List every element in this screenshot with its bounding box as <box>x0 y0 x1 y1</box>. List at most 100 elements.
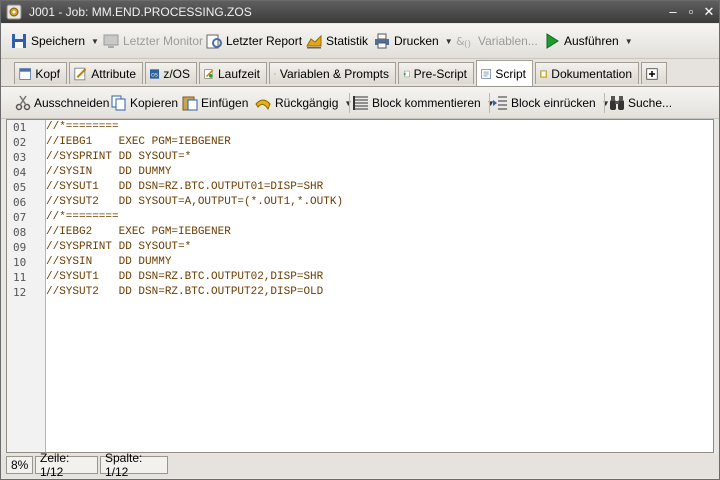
tab-label: z/OS <box>163 66 190 81</box>
column-indicator: Spalte: 1/12 <box>100 451 168 479</box>
zoom-value: 8% <box>11 458 29 472</box>
last-report-label: Letzter Report <box>226 34 303 48</box>
code-line[interactable]: //SYSUT2 DD SYSOUT=A,OUTPUT=(*.OUT1,*.OU… <box>46 196 343 208</box>
script-icon <box>481 68 491 79</box>
minimize-icon[interactable]: – <box>666 5 680 19</box>
restore-icon[interactable]: ▫ <box>684 5 698 19</box>
tab-kopf[interactable]: Kopf <box>14 62 67 84</box>
documentation-icon <box>540 70 548 77</box>
tab-zos[interactable]: OS z/OS <box>145 62 197 84</box>
line-number: 02 <box>13 136 27 149</box>
print-button[interactable]: Drucken ▼ <box>374 30 453 52</box>
attribute-icon <box>74 67 87 80</box>
monitor-icon <box>103 34 119 48</box>
scissors-icon <box>15 95 31 111</box>
line-number: 01 <box>13 121 27 134</box>
save-button[interactable]: Speichern ▼ <box>11 30 99 52</box>
status-bar: 8% Zeile: 1/12 Spalte: 1/12 <box>1 451 719 479</box>
tab-dokumentation[interactable]: Dokumentation <box>535 62 639 84</box>
line-number: 06 <box>13 196 27 209</box>
add-tab-button[interactable] <box>641 62 667 84</box>
cut-button[interactable]: Ausschneiden <box>15 92 109 114</box>
tab-label: Dokumentation <box>551 66 632 81</box>
code-line[interactable]: //SYSIN DD DUMMY <box>46 166 171 178</box>
execute-label: Ausführen <box>564 34 619 48</box>
toolbar-divider <box>604 93 605 113</box>
line-number-gutter: 01 02 03 04 05 06 07 08 09 10 11 12 <box>7 120 46 452</box>
paste-icon <box>182 96 198 111</box>
undo-label: Rückgängig <box>275 96 339 110</box>
report-icon <box>206 34 222 49</box>
code-line[interactable]: //SYSUT1 DD DSN=RZ.BTC.OUTPUT01=DISP=SHR <box>46 181 323 193</box>
tab-label: Laufzeit <box>217 66 260 81</box>
copy-icon <box>111 95 126 111</box>
last-report-button[interactable]: Letzter Report <box>206 30 302 52</box>
last-monitor-label: Letzter Monitor <box>123 34 204 48</box>
tab-pre-script[interactable]: Pre-Script <box>398 62 474 84</box>
variables-button[interactable]: &() Variablen... <box>456 30 538 52</box>
chevron-down-icon[interactable]: ▼ <box>91 37 99 46</box>
line-number: 05 <box>13 181 27 194</box>
chevron-down-icon[interactable]: ▼ <box>625 37 633 46</box>
statistics-label: Statistik <box>326 34 369 48</box>
statistics-button[interactable]: Statistik <box>306 30 368 52</box>
search-label: Suche... <box>628 96 673 110</box>
paste-button[interactable]: Einfügen <box>182 92 248 114</box>
script-editor[interactable]: 01 02 03 04 05 06 07 08 09 10 11 12 //*=… <box>6 119 714 453</box>
tab-attribute[interactable]: Attribute <box>69 62 143 84</box>
column-value: Spalte: 1/12 <box>105 451 143 479</box>
svg-text:(): () <box>464 40 471 49</box>
close-icon[interactable]: ✕ <box>702 5 716 19</box>
line-number: 08 <box>13 226 27 239</box>
last-monitor-button[interactable]: Letzter Monitor <box>103 30 203 52</box>
code-line[interactable]: //SYSPRINT DD SYSOUT=* <box>46 151 191 163</box>
tab-label: Kopf <box>35 66 60 81</box>
line-number: 11 <box>13 271 27 284</box>
execute-button[interactable]: Ausführen ▼ <box>544 30 633 52</box>
code-line[interactable]: //*======== <box>46 121 119 133</box>
cut-label: Ausschneiden <box>34 96 110 110</box>
job-window: J001 - Job: MM.END.PROCESSING.ZOS – ▫ ✕ … <box>0 0 720 480</box>
zos-icon: OS <box>150 68 160 79</box>
indent-block-icon <box>493 96 507 110</box>
chevron-down-icon[interactable]: ▼ <box>445 37 453 46</box>
paste-label: Einfügen <box>201 96 249 110</box>
indent-block-label: Block einrücken <box>511 96 596 110</box>
runtime-icon <box>204 68 214 79</box>
save-label: Speichern <box>31 34 86 48</box>
svg-text:OS: OS <box>151 72 158 78</box>
undo-icon <box>255 99 271 111</box>
code-line[interactable]: //*======== <box>46 211 119 223</box>
line-number: 10 <box>13 256 27 269</box>
tab-laufzeit[interactable]: Laufzeit <box>199 62 267 84</box>
edit-toolbar: Ausschneiden Kopieren Einfügen Rückgängi… <box>1 87 719 119</box>
comment-block-label: Block kommentieren <box>372 96 481 110</box>
window-title: J001 - Job: MM.END.PROCESSING.ZOS <box>29 5 252 19</box>
toolbar-divider <box>489 93 490 113</box>
line-number: 12 <box>13 286 27 299</box>
code-line[interactable]: //SYSIN DD DUMMY <box>46 256 171 268</box>
code-line[interactable]: //IEBG1 EXEC PGM=IEBGENER <box>46 136 231 148</box>
code-line[interactable]: //IEBG2 EXEC PGM=IEBGENER <box>46 226 231 238</box>
variables-icon: &() <box>456 35 471 49</box>
line-indicator: Zeile: 1/12 <box>35 451 98 479</box>
statistics-icon <box>306 34 322 49</box>
tab-label: Variablen & Prompts <box>279 66 389 81</box>
add-tab-icon <box>646 67 658 80</box>
tab-label: Pre-Script <box>413 66 467 81</box>
line-number: 03 <box>13 151 27 164</box>
tab-script[interactable]: Script <box>476 60 533 86</box>
indent-block-button[interactable]: Block einrücken ▼ <box>492 92 610 114</box>
search-button[interactable]: Suche... <box>609 92 672 114</box>
tab-variablen-prompts[interactable]: Variablen & Prompts <box>269 62 396 84</box>
toolbar-divider <box>349 93 350 113</box>
code-line[interactable]: //SYSUT1 DD DSN=RZ.BTC.OUTPUT02,DISP=SHR <box>46 271 323 283</box>
job-gear-icon <box>6 4 22 20</box>
comment-block-button[interactable]: Block kommentieren ▼ <box>353 92 495 114</box>
zoom-indicator: 8% <box>6 456 33 474</box>
copy-button[interactable]: Kopieren <box>111 92 178 114</box>
code-line[interactable]: //SYSUT2 DD DSN=RZ.BTC.OUTPUT22,DISP=OLD <box>46 286 323 298</box>
binoculars-icon <box>610 96 624 110</box>
code-line[interactable]: //SYSPRINT DD SYSOUT=* <box>46 241 191 253</box>
undo-button[interactable]: Rückgängig ▼ <box>254 92 352 114</box>
